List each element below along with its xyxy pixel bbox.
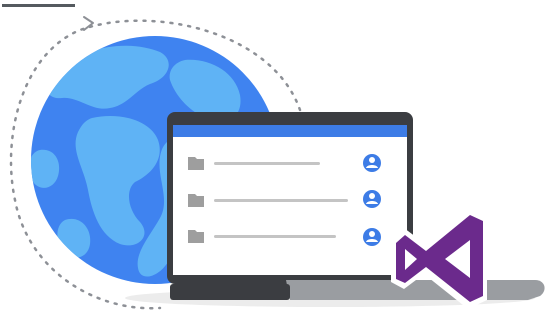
laptop bbox=[167, 112, 545, 300]
user-circle-icon bbox=[363, 228, 381, 246]
screen-header-bar bbox=[173, 125, 407, 137]
laptop-base bbox=[286, 280, 545, 300]
user-circle-icon bbox=[363, 154, 381, 172]
laptop-base-shadow bbox=[170, 284, 290, 300]
illustration-art bbox=[9, 16, 545, 310]
user-circle-icon bbox=[363, 190, 381, 208]
illustration bbox=[0, 0, 553, 320]
row-text-line bbox=[214, 162, 320, 165]
row-text-line bbox=[214, 235, 336, 238]
orbit-arrow-icon bbox=[83, 16, 94, 31]
row-text-line bbox=[214, 199, 348, 202]
